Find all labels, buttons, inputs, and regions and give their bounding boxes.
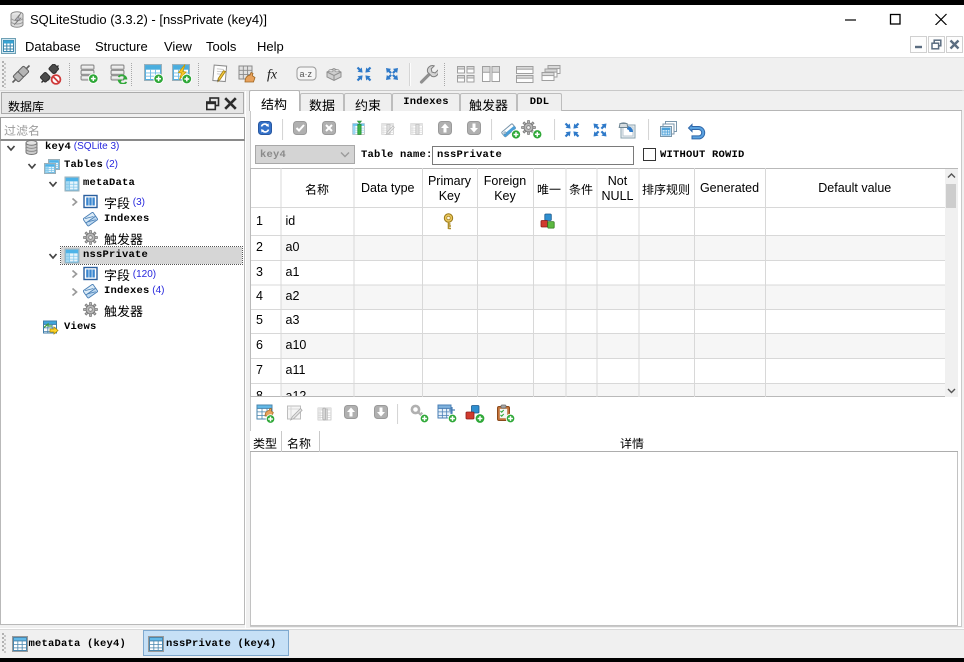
svg-text:fx: fx — [267, 68, 278, 83]
svg-text:a·z: a·z — [300, 69, 313, 79]
